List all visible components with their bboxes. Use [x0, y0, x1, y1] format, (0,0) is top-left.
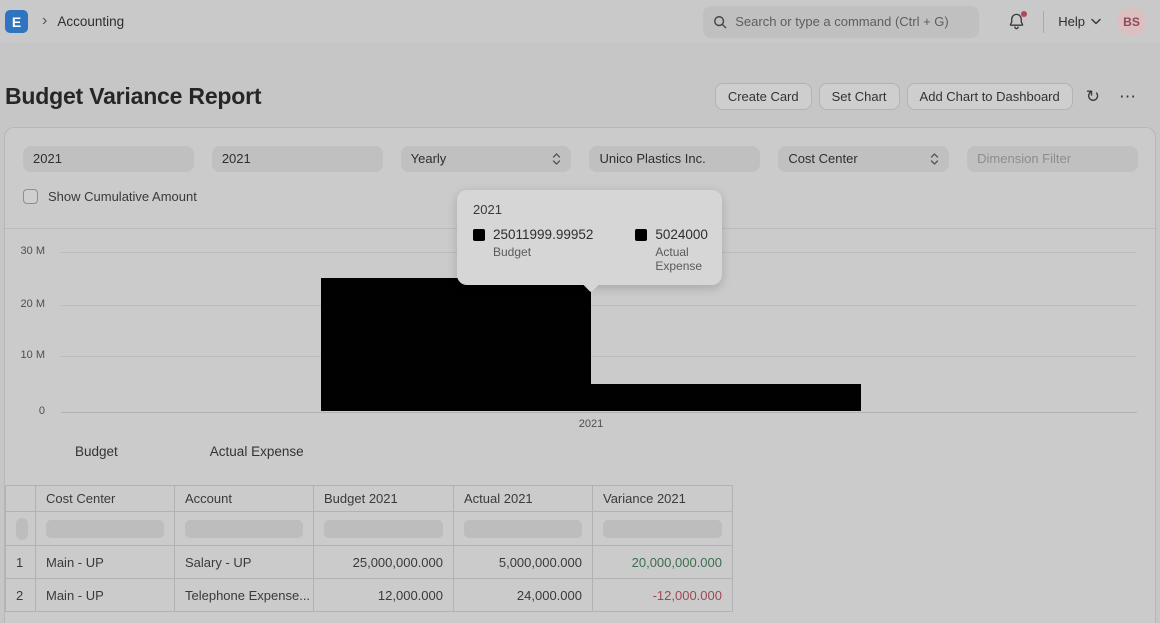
- navbar-divider: [1043, 10, 1045, 33]
- cell-variance[interactable]: 20,000,000.000: [592, 545, 733, 579]
- global-search[interactable]: [703, 5, 980, 38]
- tooltip-entry-budget: 25011999.99952 Budget: [473, 227, 593, 273]
- dimension-filter-placeholder: Dimension Filter: [977, 151, 1072, 166]
- breadcrumb[interactable]: Accounting: [57, 14, 124, 29]
- row-index: 2: [5, 578, 36, 612]
- from-fiscal-year-field[interactable]: 2021: [23, 146, 194, 172]
- tooltip-title: 2021: [473, 202, 502, 217]
- chart-legend: Budget Actual Expense: [75, 444, 1155, 459]
- table-row-redacted: [5, 511, 733, 546]
- search-icon: [714, 15, 727, 28]
- breadcrumb-chevron-icon: ›: [42, 11, 48, 29]
- cell-account[interactable]: Salary - UP: [174, 545, 314, 579]
- header-index: [5, 485, 36, 512]
- app-logo-icon[interactable]: E: [5, 10, 28, 33]
- table-row[interactable]: 1 Main - UP Salary - UP 25,000,000.000 5…: [5, 545, 733, 579]
- page-title: Budget Variance Report: [5, 82, 262, 109]
- notifications-button[interactable]: [1007, 10, 1028, 32]
- chevron-down-icon: [1091, 18, 1101, 25]
- report-container: 2021 2021 Yearly Unico Plastics Inc. Cos…: [4, 127, 1156, 623]
- company-value: Unico Plastics Inc.: [599, 151, 706, 166]
- redacted-pill: [324, 519, 443, 538]
- search-input[interactable]: [735, 14, 970, 29]
- report-table: Cost Center Account Budget 2021 Actual 2…: [5, 485, 733, 612]
- redacted-cell: [453, 511, 593, 546]
- header-cost-center[interactable]: Cost Center: [35, 485, 175, 512]
- redacted-cell: [592, 511, 733, 546]
- show-cumulative-label[interactable]: Show Cumulative Amount: [48, 189, 197, 204]
- budget-bar[interactable]: [321, 278, 591, 411]
- y-tick-label: 20 M: [20, 298, 45, 310]
- legend-item-actual-expense[interactable]: Actual Expense: [210, 444, 304, 459]
- cell-budget[interactable]: 12,000.000: [313, 578, 454, 612]
- help-label: Help: [1058, 14, 1085, 29]
- navbar: E › Accounting Help BS: [0, 0, 1160, 43]
- series-marker-icon: [635, 228, 648, 241]
- redacted-pill: [603, 519, 722, 538]
- table-row[interactable]: 2 Main - UP Telephone Expense... 12,000.…: [5, 578, 733, 612]
- tooltip-actual-value: 5024000: [655, 227, 708, 242]
- page-head: Budget Variance Report Create Card Set C…: [0, 43, 1160, 127]
- header-budget[interactable]: Budget 2021: [313, 485, 454, 512]
- redacted-pill: [185, 519, 303, 538]
- notification-dot: [1021, 10, 1028, 17]
- select-chevrons-icon: [930, 153, 939, 165]
- tooltip-budget-value: 25011999.99952: [493, 227, 594, 242]
- period-select[interactable]: Yearly: [400, 146, 572, 172]
- legend-item-budget[interactable]: Budget: [75, 444, 118, 459]
- budget-against-value: Cost Center: [788, 151, 858, 166]
- header-variance[interactable]: Variance 2021: [592, 485, 733, 512]
- header-actual[interactable]: Actual 2021: [453, 485, 593, 512]
- show-cumulative-checkbox[interactable]: [23, 189, 38, 204]
- cell-account[interactable]: Telephone Expense...: [174, 578, 314, 612]
- redacted-pill: [46, 519, 164, 538]
- y-tick-label: 10 M: [20, 349, 45, 361]
- tooltip-actual-label: Actual Expense: [655, 245, 703, 273]
- redacted-pill: [464, 519, 582, 538]
- gridline: [61, 305, 1137, 306]
- refresh-icon[interactable]: ↻: [1080, 86, 1106, 107]
- select-chevrons-icon: [553, 153, 561, 165]
- tooltip-entry-actual: 5024000 Actual Expense: [635, 227, 708, 273]
- cell-actual[interactable]: 5,000,000.000: [453, 545, 593, 579]
- page-actions: Create Card Set Chart Add Chart to Dashb…: [714, 82, 1142, 110]
- header-account[interactable]: Account: [174, 485, 314, 512]
- to-fiscal-year-value: 2021: [221, 151, 251, 166]
- cell-cost-center[interactable]: Main - UP: [35, 545, 175, 579]
- filters-row: 2021 2021 Yearly Unico Plastics Inc. Cos…: [5, 128, 1155, 172]
- x-tick-label: 2021: [578, 418, 604, 430]
- set-chart-button[interactable]: Set Chart: [818, 82, 900, 110]
- period-value: Yearly: [410, 151, 447, 166]
- create-card-button[interactable]: Create Card: [714, 82, 812, 110]
- row-index: 1: [5, 545, 36, 579]
- cell-cost-center[interactable]: Main - UP: [35, 578, 175, 612]
- cell-actual[interactable]: 24,000.000: [453, 578, 593, 612]
- series-marker-icon: [473, 228, 485, 241]
- table-header-row: Cost Center Account Budget 2021 Actual 2…: [5, 485, 733, 512]
- redacted-pill: [16, 517, 28, 540]
- menu-ellipsis-icon[interactable]: ⋯: [1113, 86, 1142, 107]
- chart-tooltip: 2021 25011999.99952 Budget 5024000 Actua…: [457, 190, 722, 285]
- cell-variance[interactable]: -12,000.000: [592, 578, 733, 612]
- from-fiscal-year-value: 2021: [33, 151, 62, 166]
- gridline: [61, 356, 1137, 357]
- to-fiscal-year-field[interactable]: 2021: [211, 146, 383, 172]
- y-tick-label: 30 M: [20, 245, 45, 257]
- add-chart-to-dashboard-button[interactable]: Add Chart to Dashboard: [906, 82, 1073, 110]
- user-avatar[interactable]: BS: [1117, 7, 1146, 36]
- redacted-cell: [35, 511, 175, 546]
- redacted-cell: [313, 511, 454, 546]
- dimension-filter-field[interactable]: Dimension Filter: [967, 146, 1138, 172]
- actual-expense-bar[interactable]: [591, 384, 861, 411]
- help-menu[interactable]: Help: [1058, 14, 1101, 29]
- cell-budget[interactable]: 25,000,000.000: [313, 545, 454, 579]
- redacted-cell: [174, 511, 314, 546]
- x-axis-line: [61, 412, 1137, 413]
- budget-against-select[interactable]: Cost Center: [778, 146, 950, 172]
- company-field[interactable]: Unico Plastics Inc.: [589, 146, 761, 172]
- tooltip-budget-label: Budget: [493, 245, 532, 259]
- y-tick-label: 0: [38, 405, 45, 417]
- redacted-cell: [5, 511, 36, 546]
